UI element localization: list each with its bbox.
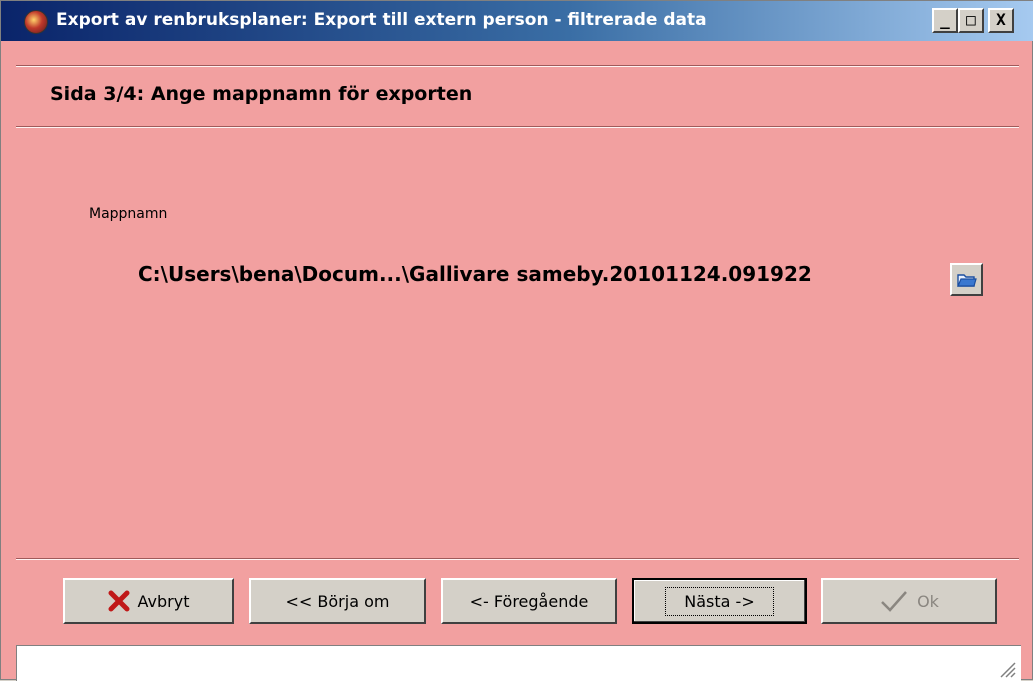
app-icon[interactable] bbox=[24, 10, 48, 34]
browse-folder-button[interactable] bbox=[950, 263, 983, 296]
next-button-label: Nästa -> bbox=[665, 586, 774, 616]
next-button[interactable]: Nästa -> bbox=[632, 578, 807, 624]
previous-button[interactable]: <- Föregående bbox=[441, 578, 617, 624]
status-bar bbox=[16, 645, 1021, 681]
restart-button[interactable]: << Börja om bbox=[249, 578, 426, 624]
export-dialog-window: Export av renbruksplaner: Export till ex… bbox=[0, 0, 1033, 681]
maximize-button[interactable]: □ bbox=[958, 8, 984, 33]
button-bar-divider bbox=[16, 558, 1019, 560]
header-top-divider bbox=[16, 65, 1019, 67]
cancel-button[interactable]: Avbryt bbox=[63, 578, 234, 624]
ok-button[interactable]: Ok bbox=[821, 578, 997, 624]
ok-button-label: Ok bbox=[917, 591, 939, 611]
folder-path-value: C:\Users\bena\Docum...\Gallivare sameby.… bbox=[138, 262, 812, 286]
checkmark-icon bbox=[881, 591, 907, 612]
page-header: Sida 3/4: Ange mappnamn för exporten bbox=[16, 71, 1016, 121]
header-bottom-divider bbox=[16, 126, 1019, 128]
cancel-button-label: Avbryt bbox=[137, 591, 190, 611]
title-bar[interactable]: Export av renbruksplaner: Export till ex… bbox=[1, 1, 1033, 41]
cancel-x-icon bbox=[108, 590, 130, 612]
minimize-button[interactable]: _ bbox=[932, 8, 958, 33]
previous-button-label: <- Föregående bbox=[469, 591, 589, 611]
resize-grip-icon[interactable] bbox=[997, 659, 1017, 679]
close-button[interactable]: X bbox=[988, 8, 1014, 33]
folder-name-label: Mappnamn bbox=[89, 206, 168, 222]
window-title: Export av renbruksplaner: Export till ex… bbox=[56, 10, 707, 30]
page-title: Sida 3/4: Ange mappnamn för exporten bbox=[50, 83, 473, 105]
restart-button-label: << Börja om bbox=[285, 591, 390, 611]
folder-open-icon bbox=[957, 274, 977, 287]
